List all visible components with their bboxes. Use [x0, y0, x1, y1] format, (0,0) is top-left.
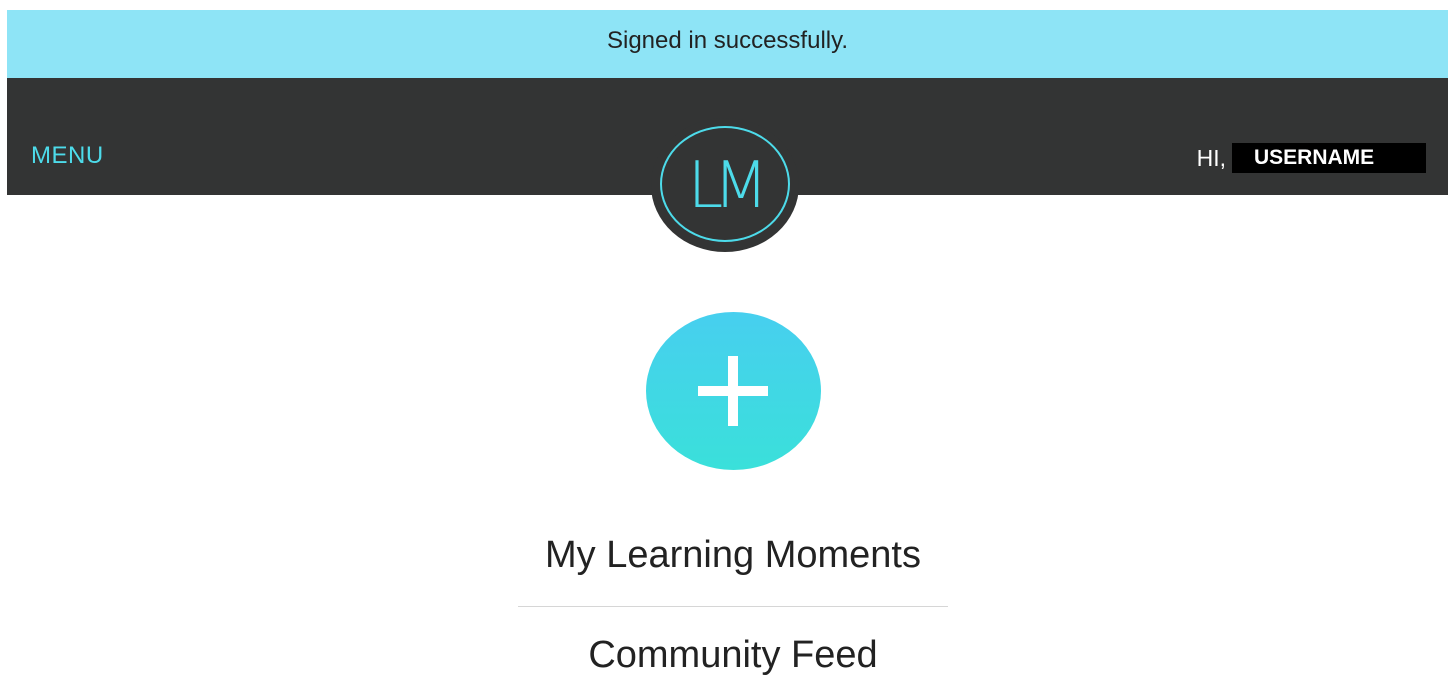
my-learning-moments-link[interactable]: My Learning Moments: [0, 534, 1448, 577]
flash-message-text: Signed in successfully.: [606, 27, 848, 54]
greeting-text: HI,: [1196, 144, 1226, 171]
community-feed-link[interactable]: Community Feed: [0, 634, 1448, 675]
username-label[interactable]: USERNAME: [1232, 143, 1426, 173]
divider: [518, 606, 948, 607]
logo[interactable]: LM: [651, 118, 799, 252]
menu-button[interactable]: MENU: [31, 142, 104, 170]
add-learning-moment-button[interactable]: [646, 312, 821, 470]
logo-ring: LM: [660, 126, 790, 242]
plus-icon-horizontal-bar: [698, 386, 768, 396]
user-greeting: HI, USERNAME: [1197, 143, 1426, 173]
page: Signed in successfully. MENU HI, USERNAM…: [0, 0, 1448, 675]
logo-text: LM: [687, 149, 769, 223]
flash-message: Signed in successfully.: [7, 10, 1448, 78]
